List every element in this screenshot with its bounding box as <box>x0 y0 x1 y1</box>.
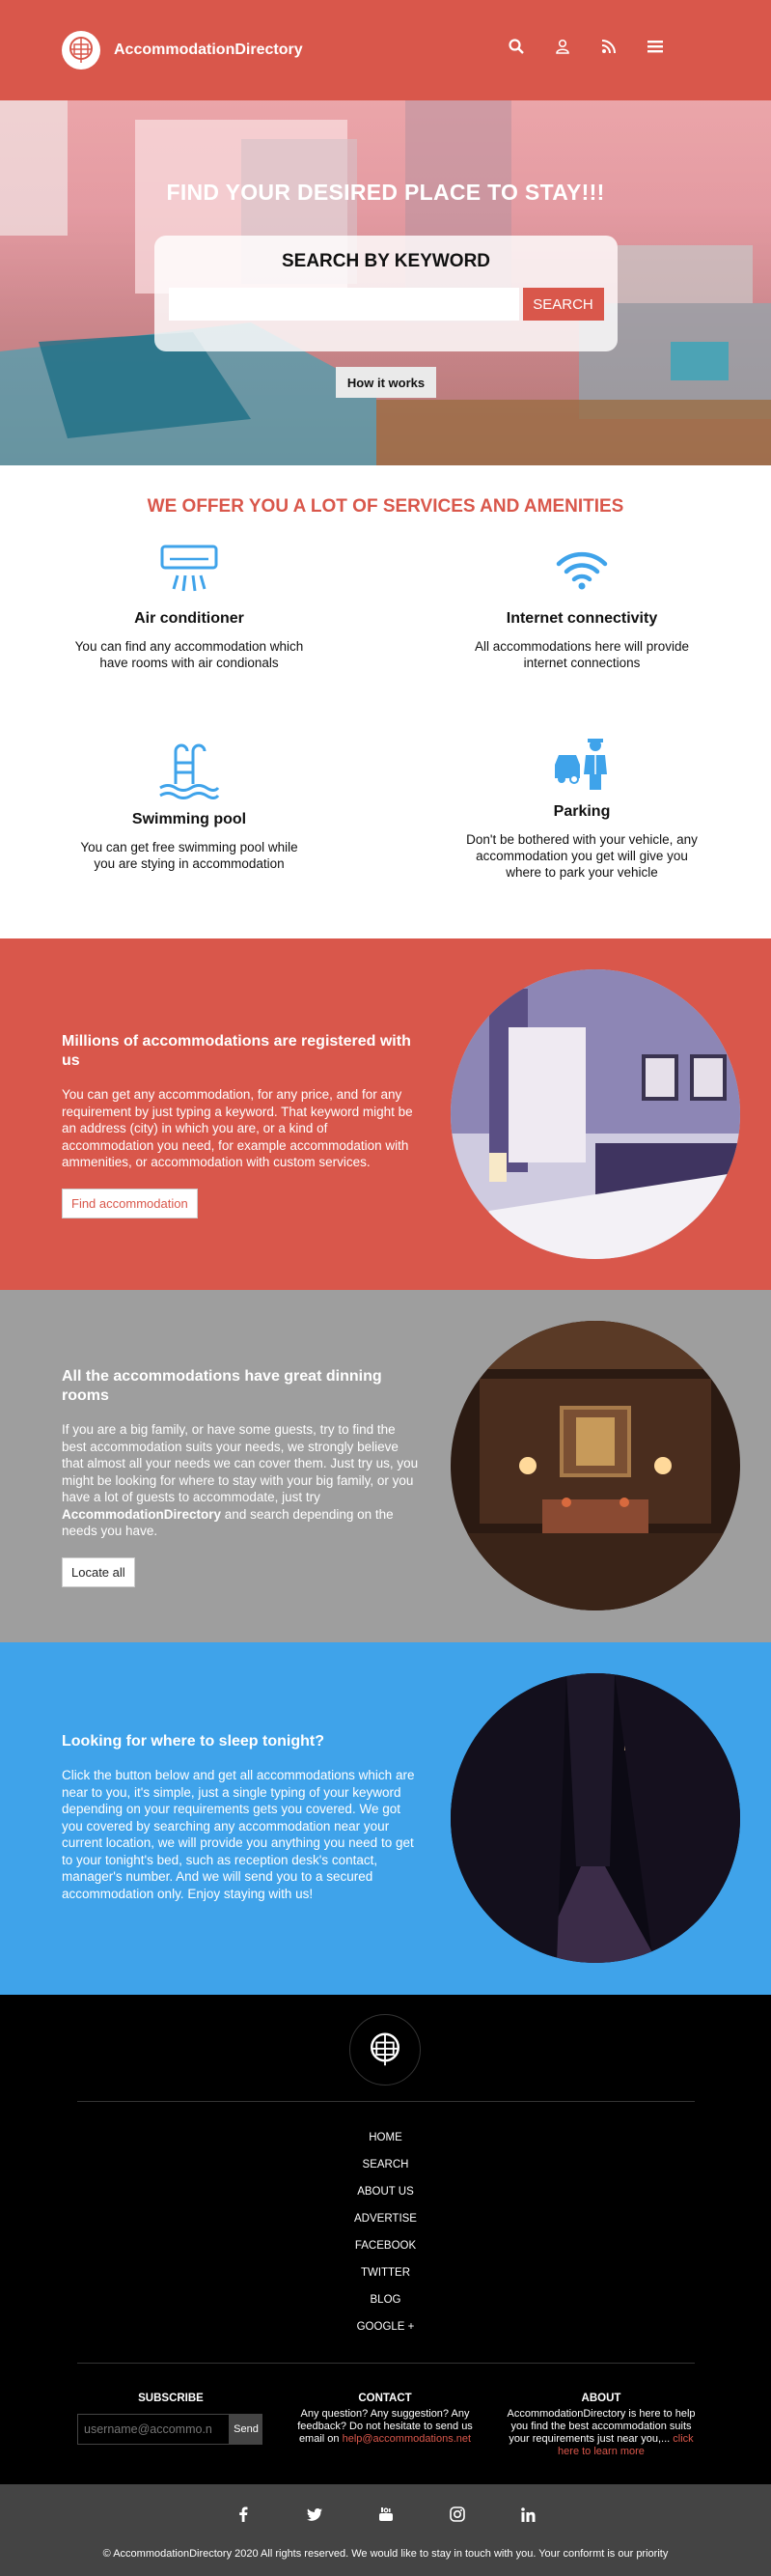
subscribe-column: SUBSCRIBE Send <box>77 2393 264 2445</box>
service-item: Parking Don't be bothered with your vehi… <box>461 736 702 882</box>
logo-icon <box>62 31 100 70</box>
registered-section: Millions of accommodations are registere… <box>0 938 771 1290</box>
tonight-title: Looking for where to sleep tonight? <box>62 1733 324 1750</box>
find-accommodation-button[interactable]: Find accommodation <box>62 1188 198 1218</box>
service-description: You can get free swimming pool while you… <box>80 840 298 871</box>
hero-title: FIND YOUR DESIRED PLACE TO STAY!!! <box>166 180 605 205</box>
user-icon[interactable] <box>553 37 572 56</box>
dining-section: All the accommodations have great dinnin… <box>0 1290 771 1642</box>
footer-bottom-bar: © AccommodationDirectory 2020 All rights… <box>0 2484 771 2576</box>
how-it-works-button[interactable]: How it works <box>336 367 436 398</box>
site-footer: HOME SEARCH ABOUT US ADVERTISE FACEBOOK … <box>0 1995 771 2484</box>
service-item: Air conditioner You can find any accommo… <box>69 543 310 672</box>
service-item: Swimming pool You can get free swimming … <box>69 743 310 873</box>
copyright-text: © AccommodationDirectory 2020 All rights… <box>102 2548 669 2560</box>
air-conditioner-icon <box>69 543 310 597</box>
footer-link-blog[interactable]: BLOG <box>0 2286 771 2313</box>
about-column: ABOUT AccommodationDirectory is here to … <box>507 2393 696 2459</box>
site-header: AccommodationDirectory <box>0 0 771 100</box>
contact-text: Any question? Any suggestion? Any feedba… <box>293 2408 477 2447</box>
contact-column: CONTACT Any question? Any suggestion? An… <box>293 2393 477 2446</box>
service-description: Don't be bothered with your vehicle, any… <box>466 832 698 880</box>
twitter-icon[interactable] <box>306 2506 323 2523</box>
footer-link-search[interactable]: SEARCH <box>0 2151 771 2178</box>
linkedin-icon[interactable] <box>520 2506 537 2523</box>
contact-title: CONTACT <box>358 2393 412 2404</box>
tonight-section: Looking for where to sleep tonight? Clic… <box>0 1642 771 1995</box>
brand-name: AccommodationDirectory <box>114 42 303 58</box>
hotel-room-image <box>451 969 740 1259</box>
service-name: Internet connectivity <box>506 610 658 627</box>
youtube-icon[interactable] <box>377 2506 395 2523</box>
pool-icon <box>69 743 310 799</box>
search-icon[interactable] <box>507 37 526 56</box>
keyword-search-input[interactable] <box>168 288 519 321</box>
search-button[interactable]: SEARCH <box>522 288 604 321</box>
locate-all-button[interactable]: Locate all <box>62 1556 135 1587</box>
parking-valet-icon <box>461 736 702 790</box>
subscribe-email-input[interactable] <box>77 2413 230 2445</box>
service-description: All accommodations here will provide int… <box>474 639 690 670</box>
footer-link-about-us[interactable]: ABOUT US <box>0 2178 771 2205</box>
wifi-icon <box>461 543 702 597</box>
footer-link-facebook[interactable]: FACEBOOK <box>0 2232 771 2259</box>
tonight-body: Click the button below and get all accom… <box>62 1768 415 1901</box>
about-title: ABOUT <box>581 2393 621 2404</box>
footer-nav: HOME SEARCH ABOUT US ADVERTISE FACEBOOK … <box>0 2124 771 2340</box>
hero-banner: FIND YOUR DESIRED PLACE TO STAY!!! SEARC… <box>0 100 771 465</box>
registered-body: You can get any accommodation, for any p… <box>62 1087 413 1170</box>
service-name: Swimming pool <box>131 811 247 827</box>
search-panel: SEARCH BY KEYWORD SEARCH <box>154 236 618 351</box>
footer-link-google-plus[interactable]: GOOGLE + <box>0 2313 771 2340</box>
footer-divider <box>77 2363 695 2364</box>
instagram-icon[interactable] <box>449 2506 466 2523</box>
footer-link-advertise[interactable]: ADVERTISE <box>0 2205 771 2232</box>
service-name: Air conditioner <box>134 610 244 627</box>
dining-body-text: If you are a big family, or have some gu… <box>62 1422 419 1505</box>
footer-link-twitter[interactable]: TWITTER <box>0 2259 771 2286</box>
brand-logo-link[interactable]: AccommodationDirectory <box>62 31 303 70</box>
services-section: WE OFFER YOU A LOT OF SERVICES AND AMENI… <box>0 465 771 938</box>
service-description: You can find any accommodation which hav… <box>74 639 304 670</box>
subscribe-title: SUBSCRIBE <box>138 2393 204 2404</box>
dining-title: All the accommodations have great dinnin… <box>62 1368 382 1404</box>
footer-link-home[interactable]: HOME <box>0 2124 771 2151</box>
dining-body: If you are a big family, or have some gu… <box>62 1421 423 1540</box>
footer-divider <box>77 2101 695 2102</box>
service-name: Parking <box>553 803 611 820</box>
subscribe-send-button[interactable]: Send <box>230 2413 262 2445</box>
registered-title: Millions of accommodations are registere… <box>62 1033 411 1069</box>
about-text: AccommodationDirectory is here to help y… <box>507 2408 696 2459</box>
footer-logo-icon[interactable] <box>349 2014 421 2086</box>
search-panel-title: SEARCH BY KEYWORD <box>281 251 491 271</box>
rss-icon[interactable] <box>599 37 619 56</box>
services-title: WE OFFER YOU A LOT OF SERVICES AND AMENI… <box>147 496 624 517</box>
night-alley-image <box>451 1673 740 1963</box>
facebook-icon[interactable] <box>234 2506 252 2523</box>
about-description: AccommodationDirectory is here to help y… <box>507 2407 696 2446</box>
service-item: Internet connectivity All accommodations… <box>461 543 702 672</box>
menu-icon[interactable] <box>646 37 665 56</box>
dining-room-image <box>451 1321 740 1610</box>
contact-email-link[interactable]: help@accommodations.net <box>343 2433 471 2445</box>
dining-body-brand: AccommodationDirectory <box>62 1506 222 1522</box>
